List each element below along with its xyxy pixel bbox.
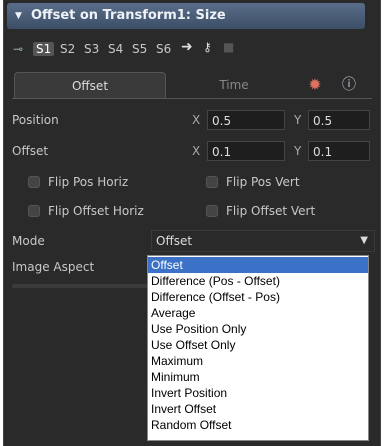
- info-icon[interactable]: ⓘ: [336, 72, 362, 98]
- menu-item-minimum[interactable]: Minimum: [148, 369, 368, 385]
- checkbox-box[interactable]: [28, 205, 40, 217]
- menu-item-invert-position[interactable]: Invert Position: [148, 385, 368, 401]
- checkbox-box[interactable]: [206, 205, 218, 217]
- offset-label: Offset: [12, 144, 49, 158]
- mode-value: Offset: [156, 234, 193, 248]
- pin-icon[interactable]: ⊸: [13, 42, 23, 56]
- menu-item-use-position-only[interactable]: Use Position Only: [148, 321, 368, 337]
- flip-offset-horiz-checkbox[interactable]: Flip Offset Horiz: [28, 201, 188, 223]
- gear-icon[interactable]: ✹: [302, 72, 328, 98]
- flip-offset-vert-label: Flip Offset Vert: [226, 204, 316, 218]
- menu-item-average[interactable]: Average: [148, 305, 368, 321]
- offset-y-axis: Y: [294, 144, 302, 158]
- tool-title: Offset on Transform1: Size: [31, 8, 226, 23]
- offset-row: Offset X 0.1 Y 0.1: [12, 141, 372, 163]
- flip-offset-vert-checkbox[interactable]: Flip Offset Vert: [206, 201, 371, 223]
- image-aspect-label: Image Aspect: [12, 260, 95, 274]
- tab-s5[interactable]: S5: [129, 42, 150, 56]
- tab-s2[interactable]: S2: [57, 42, 78, 56]
- arrow-right-icon[interactable]: ➜: [181, 39, 193, 55]
- lock-icon[interactable]: ■: [223, 40, 234, 54]
- tab-divider: [12, 98, 372, 99]
- position-y-input[interactable]: 0.5: [308, 110, 370, 130]
- menu-item-difference-pos-offset[interactable]: Difference (Pos - Offset): [148, 273, 368, 289]
- toolbar: ⊸ S1 S2 S3 S4 S5 S6 ➜ ⚷ ■: [7, 38, 377, 62]
- menu-item-invert-offset[interactable]: Invert Offset: [148, 401, 368, 417]
- image-aspect-slider[interactable]: [12, 284, 152, 288]
- flip-pos-vert-label: Flip Pos Vert: [226, 175, 300, 189]
- position-x-input[interactable]: 0.5: [207, 110, 285, 130]
- flip-pos-horiz-label: Flip Pos Horiz: [48, 175, 129, 189]
- checkbox-box[interactable]: [28, 176, 40, 188]
- flip-offset-horiz-label: Flip Offset Horiz: [48, 204, 144, 218]
- flip-pos-horiz-checkbox[interactable]: Flip Pos Horiz: [28, 172, 188, 194]
- menu-item-difference-offset-pos[interactable]: Difference (Offset - Pos): [148, 289, 368, 305]
- tab-s4[interactable]: S4: [105, 42, 126, 56]
- tab-s3[interactable]: S3: [81, 42, 102, 56]
- tool-header[interactable]: ▼ Offset on Transform1: Size: [7, 3, 365, 29]
- flip-pos-vert-checkbox[interactable]: Flip Pos Vert: [206, 172, 366, 194]
- mode-dropdown[interactable]: Offset ▼: [151, 230, 375, 252]
- tab-s1[interactable]: S1: [33, 42, 55, 56]
- menu-item-use-offset-only[interactable]: Use Offset Only: [148, 337, 368, 353]
- tab-bar: Offset Time ✹ ⓘ: [12, 72, 372, 99]
- position-y-axis: Y: [294, 113, 302, 127]
- position-row: Position X 0.5 Y 0.5: [12, 110, 372, 132]
- offset-x-axis: X: [192, 144, 201, 158]
- offset-y-input[interactable]: 0.1: [308, 141, 370, 161]
- checkbox-box[interactable]: [206, 176, 218, 188]
- collapse-arrow-icon[interactable]: ▼: [15, 3, 22, 29]
- position-label: Position: [12, 113, 59, 127]
- offset-x-input[interactable]: 0.1: [207, 141, 285, 161]
- dropdown-caret-icon[interactable]: ▼: [360, 231, 368, 251]
- tab-offset[interactable]: Offset: [14, 72, 166, 99]
- tab-s6[interactable]: S6: [153, 42, 174, 56]
- position-x-axis: X: [192, 113, 201, 127]
- menu-item-maximum[interactable]: Maximum: [148, 353, 368, 369]
- mode-dropdown-menu: Offset Difference (Pos - Offset) Differe…: [147, 255, 369, 441]
- tab-time[interactable]: Time: [174, 72, 294, 98]
- key-icon[interactable]: ⚷: [203, 40, 212, 54]
- mode-label: Mode: [12, 234, 45, 248]
- menu-item-random-offset[interactable]: Random Offset: [148, 417, 368, 433]
- menu-item-offset[interactable]: Offset: [148, 257, 368, 273]
